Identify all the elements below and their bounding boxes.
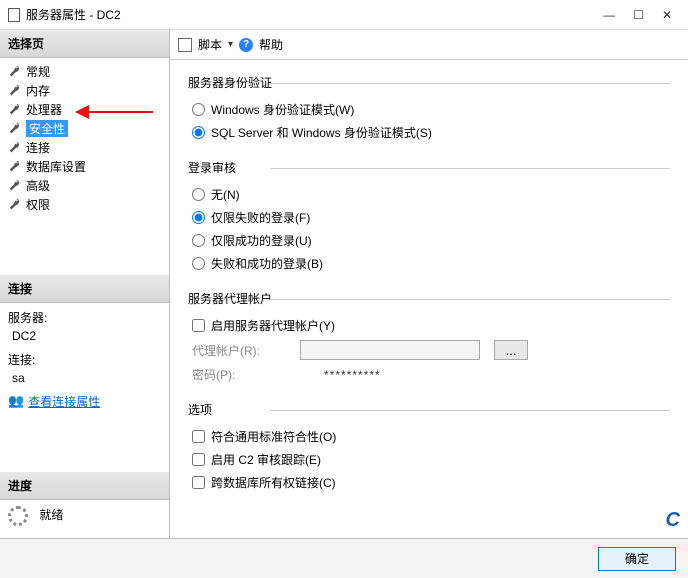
chevron-down-icon[interactable]: ▾ — [228, 39, 233, 50]
wrench-icon — [8, 179, 22, 193]
options-group: 选项 符合通用标准符合性(O) 启用 C2 审核跟踪(E) 跨数据库所有权链接(… — [188, 401, 670, 491]
auth-mixed-radio[interactable]: SQL Server 和 Windows 身份验证模式(S) — [192, 124, 670, 141]
sidebar-item-memory[interactable]: 内存 — [0, 81, 169, 100]
sidebar-item-advanced[interactable]: 高级 — [0, 176, 169, 195]
wrench-icon — [8, 65, 22, 79]
close-button[interactable]: ✕ — [662, 8, 672, 22]
watermark-logo: C — [666, 509, 680, 532]
window-controls: — ☐ ✕ — [603, 8, 680, 22]
maximize-button[interactable]: ☐ — [633, 8, 644, 22]
server-value: DC2 — [12, 329, 161, 343]
script-button[interactable]: 脚本 — [198, 36, 222, 53]
script-icon — [178, 38, 192, 52]
proxy-account-input[interactable] — [300, 340, 480, 360]
sidebar-header-select: 选择页 — [0, 30, 169, 58]
wrench-icon — [8, 84, 22, 98]
loader-icon — [8, 506, 28, 526]
proxy-password-label: 密码(P): — [192, 366, 292, 383]
title-bar: 服务器属性 - DC2 — ☐ ✕ — [0, 0, 688, 30]
conn-value: sa — [12, 371, 161, 385]
proxy-password-value: ********** — [324, 368, 381, 382]
audit-success-radio[interactable]: 仅限成功的登录(U) — [192, 232, 670, 249]
proxy-enable-checkbox[interactable]: 启用服务器代理帐户(Y) — [192, 317, 670, 334]
conn-label: 连接: — [8, 351, 161, 368]
help-button[interactable]: 帮助 — [259, 36, 283, 53]
dialog-footer: 确定 — [0, 538, 688, 578]
sidebar-item-general[interactable]: 常规 — [0, 62, 169, 81]
option-common-criteria-checkbox[interactable]: 符合通用标准符合性(O) — [192, 428, 670, 445]
sidebar-item-security[interactable]: 安全性 — [0, 119, 169, 138]
proxy-account-group: 服务器代理帐户 启用服务器代理帐户(Y) 代理帐户(R): ... 密码(P):… — [188, 290, 670, 383]
proxy-account-label: 代理帐户(R): — [192, 342, 292, 359]
progress-block: 就绪 — [0, 500, 169, 538]
login-audit-group: 登录审核 无(N) 仅限失败的登录(F) 仅限成功的登录(U) 失败和成功的登录… — [188, 159, 670, 272]
proxy-title: 服务器代理帐户 — [188, 290, 670, 307]
content-toolbar: 脚本 ▾ ? 帮助 — [170, 30, 688, 60]
server-auth-title: 服务器身份验证 — [188, 74, 670, 91]
content-pane: 脚本 ▾ ? 帮助 服务器身份验证 Windows 身份验证模式(W) SQL … — [170, 30, 688, 538]
options-title: 选项 — [188, 401, 670, 418]
connection-info: 服务器: DC2 连接: sa 👥 查看连接属性 — [0, 303, 169, 416]
login-audit-title: 登录审核 — [188, 159, 670, 176]
help-icon: ? — [239, 38, 253, 52]
wrench-icon — [8, 160, 22, 174]
app-icon — [8, 8, 20, 22]
window-title: 服务器属性 - DC2 — [26, 6, 603, 23]
audit-none-radio[interactable]: 无(N) — [192, 186, 670, 203]
option-cross-db-checkbox[interactable]: 跨数据库所有权链接(C) — [192, 474, 670, 491]
progress-status: 就绪 — [39, 508, 63, 522]
sidebar-item-connections[interactable]: 连接 — [0, 138, 169, 157]
server-label: 服务器: — [8, 309, 161, 326]
sidebar-header-connection: 连接 — [0, 275, 169, 303]
wrench-icon — [8, 122, 22, 136]
sidebar-item-permissions[interactable]: 权限 — [0, 195, 169, 214]
wrench-icon — [8, 141, 22, 155]
view-connection-properties-link[interactable]: 查看连接属性 — [28, 393, 100, 410]
sidebar-header-progress: 进度 — [0, 472, 169, 500]
people-icon: 👥 — [8, 393, 24, 409]
audit-failed-radio[interactable]: 仅限失败的登录(F) — [192, 209, 670, 226]
option-c2-audit-checkbox[interactable]: 启用 C2 审核跟踪(E) — [192, 451, 670, 468]
server-auth-group: 服务器身份验证 Windows 身份验证模式(W) SQL Server 和 W… — [188, 74, 670, 141]
wrench-icon — [8, 198, 22, 212]
audit-both-radio[interactable]: 失败和成功的登录(B) — [192, 255, 670, 272]
wrench-icon — [8, 103, 22, 117]
proxy-browse-button[interactable]: ... — [494, 340, 528, 360]
minimize-button[interactable]: — — [603, 8, 615, 22]
sidebar-item-database-settings[interactable]: 数据库设置 — [0, 157, 169, 176]
ok-button[interactable]: 确定 — [598, 547, 676, 571]
auth-windows-radio[interactable]: Windows 身份验证模式(W) — [192, 101, 670, 118]
sidebar-page-list: 常规 内存 处理器 安全性 连接 数据库设置 高级 权限 — [0, 58, 169, 218]
